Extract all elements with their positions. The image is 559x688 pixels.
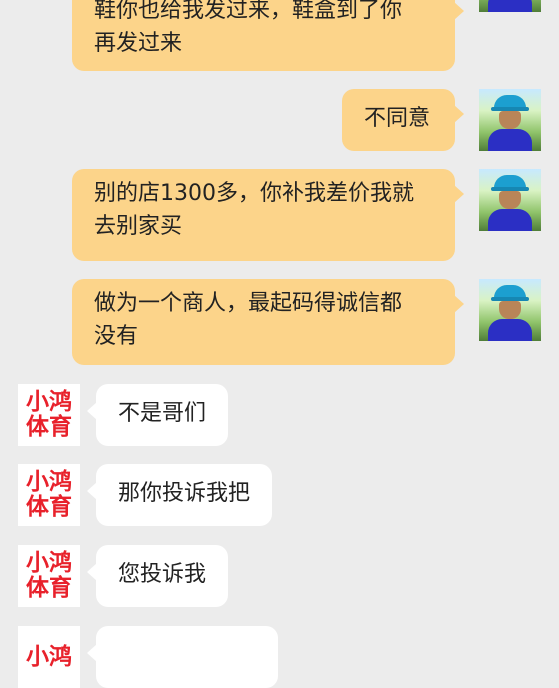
shop-avatar[interactable]: 小鸿 体育 [18, 384, 80, 446]
user-avatar[interactable] [479, 89, 541, 151]
shop-logo-line1: 小鸿 [26, 550, 72, 576]
user-avatar[interactable] [479, 0, 541, 12]
shop-logo-line2: 体育 [26, 575, 72, 601]
avatar-shirt [488, 319, 532, 341]
chat-message-list[interactable]: 鞋你也给我发过来，鞋盒到了你 再发过来 不同意 别的店1300多，你补我差价我就… [0, 0, 559, 688]
avatar-face [499, 111, 521, 129]
message-bubble-outgoing[interactable]: 别的店1300多，你补我差价我就 去别家买 [72, 169, 464, 261]
shop-logo-line2: 体育 [26, 494, 72, 520]
avatar-face [499, 301, 521, 319]
shop-avatar[interactable]: 小鸿 体育 [18, 464, 80, 526]
message-bubble-incoming[interactable]: 那你投诉我把 [86, 464, 273, 526]
message-bubble-incoming[interactable]: 您投诉我 [86, 545, 229, 607]
user-avatar[interactable] [479, 279, 541, 341]
shop-logo-line1: 小鸿 [26, 389, 72, 415]
message-bubble-outgoing[interactable]: 不同意 [342, 89, 464, 151]
avatar-shirt [488, 129, 532, 151]
shop-avatar[interactable]: 小鸿 [18, 626, 80, 688]
message-bubble-incoming[interactable] [87, 626, 278, 688]
shop-avatar[interactable]: 小鸿 体育 [18, 545, 80, 607]
shop-logo-line2: 体育 [26, 414, 72, 440]
message-bubble-outgoing[interactable]: 鞋你也给我发过来，鞋盒到了你 再发过来 [72, 0, 464, 71]
shop-logo-line1: 小鸿 [26, 469, 72, 495]
message-bubble-outgoing[interactable]: 做为一个商人，最起码得诚信都 没有 [72, 279, 464, 365]
avatar-shirt [488, 0, 532, 12]
avatar-shirt [488, 209, 532, 231]
user-avatar[interactable] [479, 169, 541, 231]
shop-logo-line1: 小鸿 [26, 643, 72, 670]
avatar-face [499, 191, 521, 209]
message-bubble-incoming[interactable]: 不是哥们 [86, 384, 229, 446]
